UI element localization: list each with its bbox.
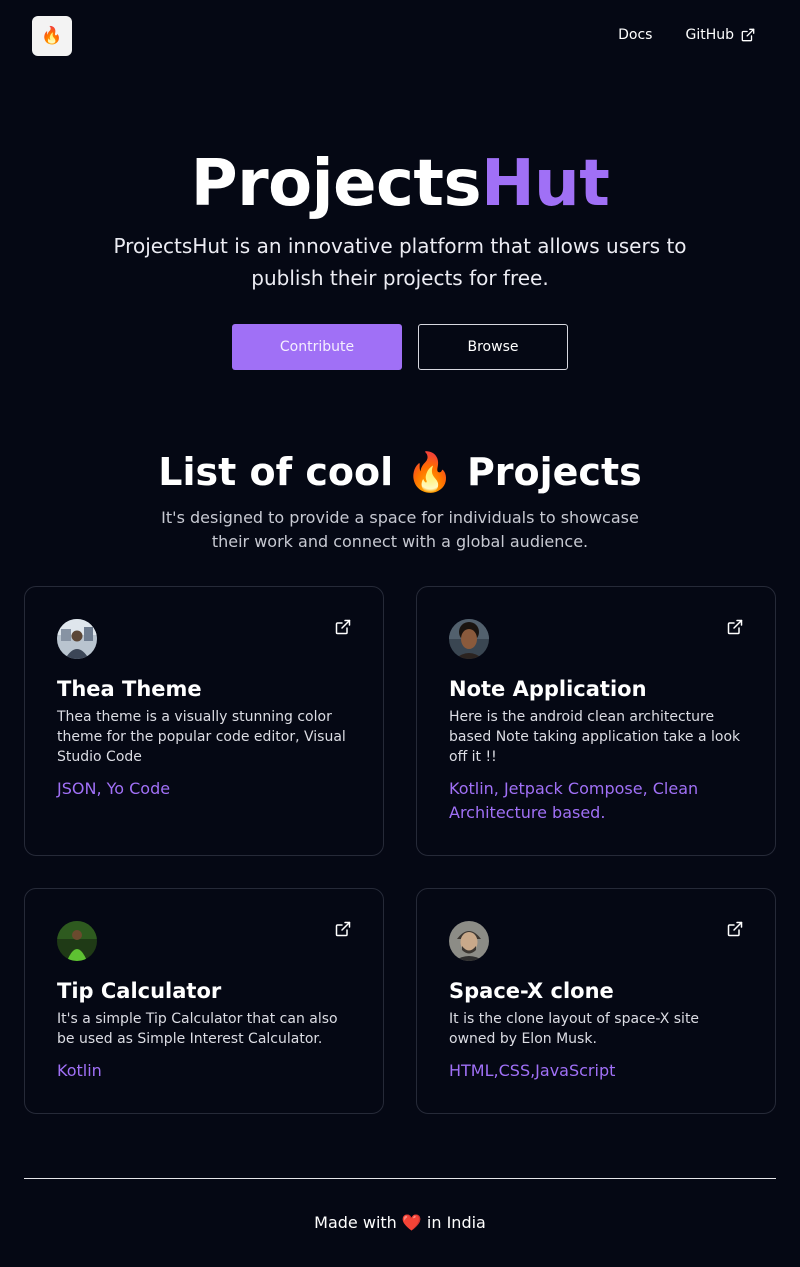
fire-icon: 🔥: [41, 25, 63, 46]
project-tags: Kotlin, Jetpack Compose, Clean Architect…: [449, 779, 699, 822]
project-tags: HTML,CSS,JavaScript: [449, 1061, 616, 1080]
top-nav: 🔥 Docs GitHub: [0, 0, 800, 72]
section-title-pre: List of cool: [158, 450, 394, 494]
hero-title: ProjectsHut: [0, 146, 800, 222]
hero-buttons: Contribute Browse: [232, 324, 568, 370]
footer-text-pre: Made with: [314, 1213, 397, 1232]
footer-text-post: in India: [426, 1213, 486, 1232]
project-description: Thea theme is a visually stunning color …: [57, 709, 346, 765]
external-link-icon[interactable]: [727, 619, 743, 635]
project-title: Space-X clone: [449, 979, 614, 1003]
project-card-note-application: Note Application Here is the android cle…: [416, 586, 776, 856]
github-link-label: GitHub: [685, 27, 734, 43]
github-link[interactable]: GitHub: [685, 27, 755, 43]
footer-divider: [24, 1178, 776, 1179]
logo-button[interactable]: 🔥: [32, 16, 72, 56]
hero-title-accent: Hut: [481, 147, 610, 221]
docs-link[interactable]: Docs: [618, 27, 652, 43]
avatar: [449, 619, 489, 659]
footer: Made with ❤️ in India: [0, 1212, 800, 1234]
nav-links: Docs GitHub: [618, 27, 755, 43]
project-description: It is the clone layout of space-X site o…: [449, 1011, 700, 1047]
fire-icon: 🔥: [406, 450, 454, 494]
external-link-icon[interactable]: [335, 921, 351, 937]
hero-subtitle: ProjectsHut is an innovative platform th…: [113, 234, 687, 290]
project-title: Tip Calculator: [57, 979, 222, 1003]
avatar: [449, 921, 489, 961]
docs-link-label: Docs: [618, 27, 653, 43]
project-title: Thea Theme: [57, 677, 202, 701]
avatar: [57, 921, 97, 961]
project-card-tip-calculator: Tip Calculator It's a simple Tip Calcula…: [24, 888, 384, 1114]
project-tags: JSON, Yo Code: [57, 779, 171, 798]
project-description: It's a simple Tip Calculator that can al…: [57, 1011, 338, 1047]
avatar: [57, 619, 97, 659]
project-card-thea-theme: Thea Theme Thea theme is a visually stun…: [24, 586, 384, 856]
heart-icon: ❤️: [401, 1213, 422, 1232]
project-title: Note Application: [449, 677, 647, 701]
external-link-icon[interactable]: [727, 921, 743, 937]
project-card-space-x-clone: Space-X clone It is the clone layout of …: [416, 888, 776, 1114]
section-title-post: Projects: [466, 450, 642, 494]
hero-section: ProjectsHut ProjectsHut is an innovative…: [0, 146, 800, 370]
project-tags: Kotlin: [57, 1061, 102, 1080]
hero-title-main: Projects: [190, 147, 482, 221]
external-link-icon: [741, 28, 755, 42]
section-title: List of cool 🔥 Projects: [0, 448, 800, 496]
section-subtitle: It's designed to provide a space for ind…: [161, 508, 639, 551]
project-description: Here is the android clean architecture b…: [449, 709, 741, 765]
browse-button[interactable]: Browse: [418, 324, 568, 370]
external-link-icon[interactable]: [335, 619, 351, 635]
contribute-button[interactable]: Contribute: [232, 324, 402, 370]
